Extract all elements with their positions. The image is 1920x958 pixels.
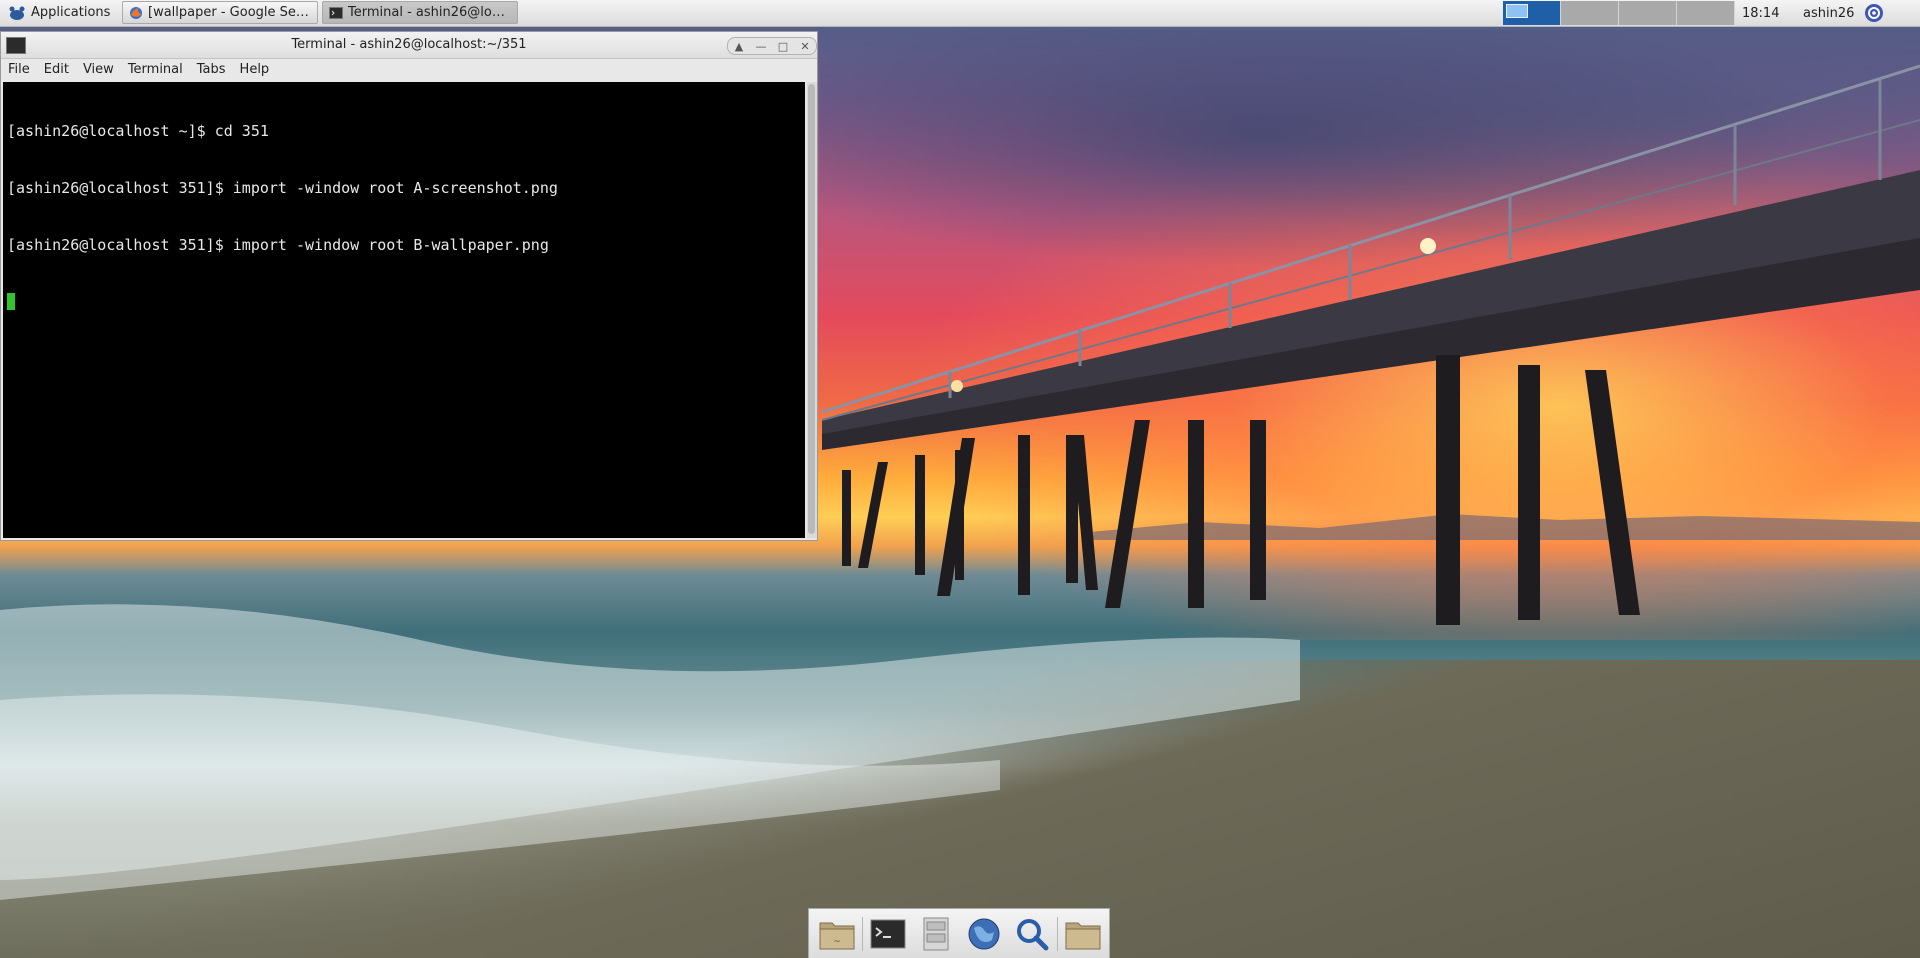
terminal-cursor (7, 293, 15, 310)
workspace-switcher (1503, 1, 1735, 25)
menu-edit[interactable]: Edit (37, 59, 76, 81)
firefox-icon (130, 6, 142, 19)
svg-text:~: ~ (833, 937, 841, 947)
minimize-icon[interactable]: — (750, 38, 772, 54)
menu-help[interactable]: Help (233, 59, 277, 81)
dock-separator (862, 916, 863, 951)
terminal-output[interactable]: [ashin26@localhost ~]$ cd 351 [ashin26@l… (3, 82, 805, 538)
terminal-text: [ashin26@localhost ~]$ cd 351 [ashin26@l… (7, 84, 558, 350)
scrollbar-thumb[interactable] (808, 84, 815, 534)
clock[interactable]: 18:14 (1742, 0, 1779, 26)
session-menu-icon[interactable] (1864, 3, 1884, 23)
launcher-dock: ~ (808, 908, 1110, 958)
window-title: Terminal - ashin26@localhost:~/351 (291, 37, 527, 52)
terminal-icon[interactable] (864, 912, 912, 956)
menu-file[interactable]: File (1, 59, 37, 81)
top-panel: Applications [wallpaper - Google Sear...… (0, 0, 1920, 27)
window-controls: ▲ — □ ✕ (727, 37, 817, 55)
web-browser-icon[interactable] (960, 912, 1008, 956)
workspace-3[interactable] (1619, 1, 1677, 25)
close-icon[interactable]: ✕ (794, 38, 816, 54)
terminal-line: [ashin26@localhost 351]$ import -window … (7, 179, 558, 197)
terminal-window: Terminal - ashin26@localhost:~/351 ▲ — □… (0, 31, 818, 541)
applications-menu-label: Applications (31, 5, 111, 20)
menu-view[interactable]: View (76, 59, 121, 81)
workspace-1[interactable] (1503, 1, 1561, 25)
terminal-line: [ashin26@localhost ~]$ cd 351 (7, 122, 269, 140)
applications-menu-button[interactable]: Applications (2, 1, 116, 24)
taskbar-item-terminal[interactable]: Terminal - ashin26@loca... (322, 1, 518, 24)
terminal-icon (329, 6, 343, 19)
dock-separator (1057, 916, 1058, 951)
folder-icon[interactable] (1059, 912, 1107, 956)
workspace-4[interactable] (1677, 1, 1735, 25)
terminal-titlebar[interactable]: Terminal - ashin26@localhost:~/351 ▲ — □… (1, 32, 817, 59)
user-name[interactable]: ashin26 (1803, 0, 1854, 26)
taskbar-item-browser[interactable]: [wallpaper - Google Sear... (122, 1, 318, 24)
terminal-line: [ashin26@localhost 351]$ import -window … (7, 236, 549, 254)
taskbar-item-label: Terminal - ashin26@loca... (348, 5, 511, 20)
terminal-scrollbar[interactable] (807, 82, 817, 538)
file-cabinet-icon[interactable] (912, 912, 960, 956)
maximize-icon[interactable]: □ (772, 38, 794, 54)
workspace-2[interactable] (1561, 1, 1619, 25)
shade-icon[interactable]: ▲ (728, 38, 750, 54)
search-icon[interactable] (1008, 912, 1056, 956)
terminal-menubar: File Edit View Terminal Tabs Help (1, 59, 817, 81)
taskbar-item-label: [wallpaper - Google Sear... (148, 5, 311, 20)
menu-tabs[interactable]: Tabs (190, 59, 233, 81)
xfce-mouse-icon (9, 6, 25, 20)
terminal-prompt-line (7, 293, 558, 312)
home-folder-icon[interactable]: ~ (813, 912, 861, 956)
menu-terminal[interactable]: Terminal (121, 59, 190, 81)
